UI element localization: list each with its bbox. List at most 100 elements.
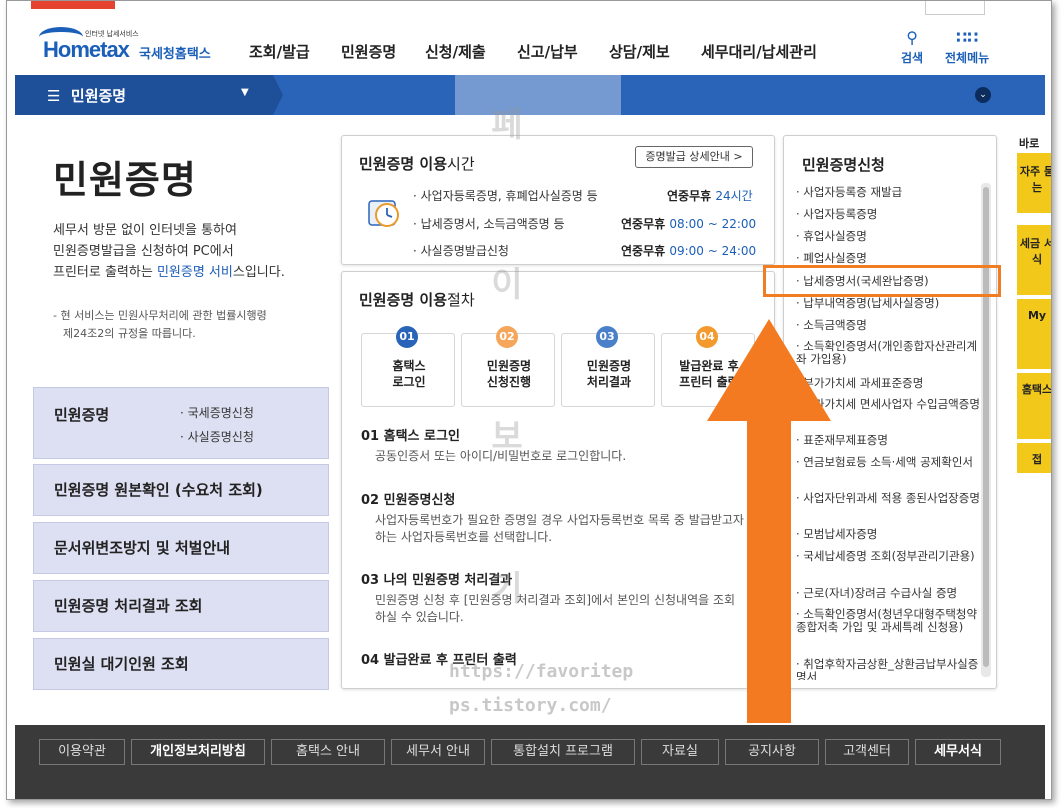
footer-terms-link[interactable]: 이용약관	[39, 739, 125, 765]
result-lookup-button[interactable]: 민원증명 처리결과 조회	[33, 580, 329, 632]
footer-install-link[interactable]: 통합설치 프로그램	[491, 739, 635, 765]
breadcrumb-arrow	[273, 75, 283, 115]
watermark-char: 페	[491, 105, 523, 145]
all-menu-label: 전체메뉴	[945, 51, 990, 65]
page-description: 세무서 방문 없이 인터넷을 통하여 민원증명발급을 신청하여 PC에서 프린터…	[53, 220, 285, 283]
legal-note: - 현 서비스는 민원사무처리에 관한 법률시행령 제24조2의 규정을 따릅니…	[53, 307, 267, 343]
hamburger-icon: ☰	[47, 87, 61, 105]
original-verify-button[interactable]: 민원증명 원본확인 (수요처 조회)	[33, 464, 329, 516]
cert-item[interactable]: · 폐업사실증명	[796, 252, 982, 264]
step-detail-text-2a: 사업자등록번호가 필요한 증명일 경우 사업자등록번호 목록 중 발급받고자	[375, 513, 744, 527]
cert-item[interactable]: · 근로(자녀)장려금 수급사실 증명	[796, 587, 982, 600]
quick-menu-label: 바로	[1019, 137, 1040, 150]
quick-tab-close[interactable]: 접	[1017, 443, 1051, 473]
cert-menu-label: 민원증명	[54, 406, 110, 424]
hours-title-b: 시간	[447, 155, 475, 173]
watermark-char: 기	[491, 569, 523, 609]
cert-item[interactable]: · 국세납세증명 조회(정부관리기관용)	[796, 550, 982, 563]
detail-guide-button[interactable]: 증명발급 상세안내 >	[635, 146, 753, 168]
link-fact-cert[interactable]: · 사실증명신청	[180, 428, 254, 445]
cert-item[interactable]: · 표준재무제표증명	[796, 434, 982, 447]
caret-down-icon: ▼	[241, 87, 249, 98]
nav-report-pay[interactable]: 신고/납부	[517, 41, 578, 62]
cert-list-scroll-thumb[interactable]	[983, 187, 989, 667]
footer-tax-forms-link[interactable]: 세무서식	[915, 739, 1001, 765]
hours-row-1-time: 24시간	[715, 189, 753, 203]
browser-frame: 인터넷 납세서비스 Hometax 국세청홈택스 조회/발급 민원증명 신청/제…	[6, 0, 1052, 800]
hours-row-3-value: 연중무휴 09:00 ~ 24:00	[621, 242, 756, 259]
cert-item[interactable]: · 연금보험료등 소득·세액 공제확인서	[796, 456, 982, 469]
quick-tab-my[interactable]: My	[1017, 299, 1051, 369]
highlight-box-tax-payment-cert	[763, 265, 1001, 297]
step-label-2: 민원증명 신청진행	[486, 359, 532, 389]
step-label-3: 민원증명 처리결과	[586, 359, 632, 389]
quick-menu-edge: 바로 자주 묻는 세금 서식 My 홈택스 접	[1017, 135, 1051, 475]
watermark-char: 보	[491, 417, 523, 457]
quick-tab-faq[interactable]: 자주 묻는	[1017, 153, 1051, 213]
hours-row-1-value: 연중무휴 24시간	[667, 187, 753, 204]
hours-row-1-label: · 사업자등록증명, 휴폐업사실증명 등	[413, 189, 598, 203]
desc-line-3-highlight: 민원증명 서비	[156, 265, 233, 280]
hours-title-a: 민원증명 이용	[359, 155, 448, 173]
cert-item[interactable]: · 모범납세자증명	[796, 528, 982, 541]
hours-title: 민원증명 이용시간	[359, 153, 475, 174]
cert-item[interactable]: · 납부내역증명(납세사실증명)	[796, 297, 982, 309]
step-card-3: 03 민원증명 처리결과	[561, 326, 655, 407]
quick-tab-tax-forms[interactable]: 세금 서식	[1017, 225, 1051, 295]
watermark-url-1: https://favoritep	[449, 661, 634, 682]
quick-tab-hometax[interactable]: 홈택스	[1017, 373, 1051, 439]
sub-nav-current: 민원증명	[70, 87, 127, 105]
cert-item[interactable]: · 소득확인증명서(청년우대형주택청약종합저축 가입 및 과세특례 신청용)	[796, 608, 982, 634]
watermark-url-2: ps.tistory.com/	[449, 695, 612, 716]
footer-library-link[interactable]: 자료실	[641, 739, 719, 765]
search-button[interactable]: ⚲ 검색	[901, 30, 923, 66]
footer-support-link[interactable]: 고객센터	[825, 739, 909, 765]
top-red-tab[interactable]	[31, 1, 115, 9]
forgery-prevention-button[interactable]: 문서위변조방지 및 처벌안내	[33, 522, 329, 574]
step-card-1: 01 홈택스 로그인	[361, 326, 455, 407]
step-detail-text-3b: 하실 수 있습니다.	[375, 610, 464, 624]
cert-menu-box[interactable]: 민원증명 · 국세증명신청 · 사실증명신청	[33, 387, 329, 459]
nav-apply-submit[interactable]: 신청/제출	[425, 41, 486, 62]
hours-row-2-pre: 연중무휴	[621, 217, 670, 231]
desc-line-1: 세무서 방문 없이 인터넷을 통하여	[53, 223, 237, 238]
annotation-arrow-up-icon	[707, 319, 831, 421]
nav-lookup-issue[interactable]: 조회/발급	[249, 41, 310, 62]
procedure-title-b: 절차	[447, 291, 475, 309]
annotation-arrow-shaft	[747, 419, 791, 723]
desc-line-2: 민원증명발급을 신청하여 PC에서	[53, 244, 234, 259]
desc-line-3b: 스입니다.	[232, 265, 285, 280]
step-number-3: 03	[596, 326, 618, 348]
step-label-1: 홈택스 로그인	[392, 359, 426, 389]
procedure-title: 민원증명 이용절차	[359, 289, 475, 310]
hours-row-2-time: 08:00 ~ 22:00	[669, 217, 757, 231]
logo-text: Hometax	[43, 37, 130, 62]
link-national-tax-cert[interactable]: · 국세증명신청	[180, 404, 254, 421]
footer-notice-link[interactable]: 공지사항	[725, 739, 819, 765]
sub-nav-dropdown[interactable]: ☰ 민원증명 ▼	[15, 75, 283, 115]
watermark-char: 이	[491, 265, 523, 305]
cert-item[interactable]: · 사업자등록증명	[796, 208, 982, 221]
page-title: 민원증명	[53, 158, 197, 202]
footer-hometax-guide-link[interactable]: 홈택스 안내	[271, 739, 385, 765]
grid-menu-icon: ∷∷	[955, 28, 979, 47]
footer-privacy-link[interactable]: 개인정보처리방침	[131, 739, 265, 765]
nav-consult-report[interactable]: 상담/제보	[609, 41, 670, 62]
all-menu-button[interactable]: ∷∷ 전체메뉴	[945, 28, 990, 66]
nav-tax-agent[interactable]: 세무대리/납세관리	[701, 41, 817, 62]
expand-chevron-icon[interactable]: ⌄	[975, 87, 991, 103]
footer-taxoffice-link[interactable]: 세무서 안내	[391, 739, 485, 765]
hometax-logo[interactable]: 인터넷 납세서비스 Hometax 국세청홈택스	[33, 23, 233, 71]
cert-item[interactable]: · 휴업사실증명	[796, 230, 982, 243]
cert-item[interactable]: · 사업자등록증 재발급	[796, 186, 982, 199]
step-number-1: 01	[396, 326, 418, 348]
cert-item[interactable]: · 사업자단위과세 적용 종된사업장증명	[796, 492, 982, 505]
hours-row-3-time: 09:00 ~ 24:00	[669, 244, 757, 258]
site-header: 인터넷 납세서비스 Hometax 국세청홈택스 조회/발급 민원증명 신청/제…	[7, 1, 1051, 75]
hours-row-3-pre: 연중무휴	[621, 244, 670, 258]
nav-certificates[interactable]: 민원증명	[341, 41, 396, 62]
waiting-count-button[interactable]: 민원실 대기인원 조회	[33, 638, 329, 690]
step-detail-text-3a: 민원증명 신청 후 [민원증명 처리결과 조회]에서 본인의 신청내역을 조회	[375, 593, 736, 607]
logo-kr-text: 국세청홈택스	[139, 47, 211, 62]
cert-item[interactable]: · 취업후학자금상환_상환금납부사실증명서	[796, 658, 982, 680]
